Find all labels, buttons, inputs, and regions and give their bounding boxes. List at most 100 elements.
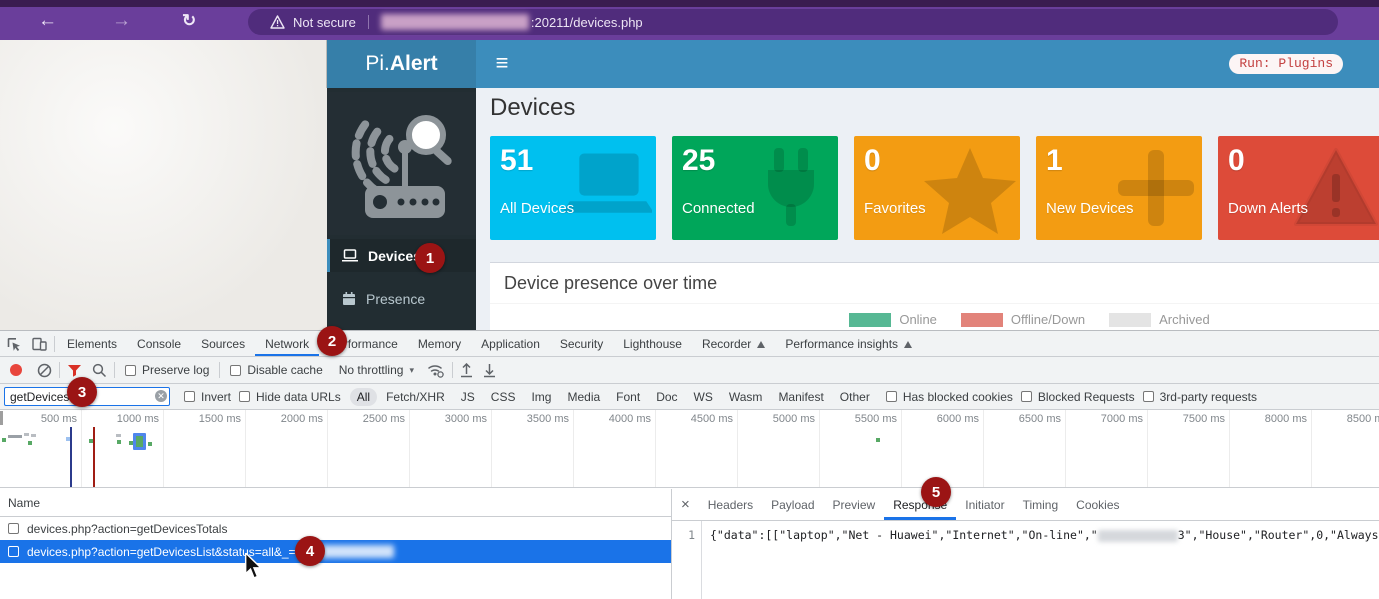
devtools-tab[interactable]: Memory [408, 331, 471, 356]
device-toolbar-icon[interactable] [26, 331, 52, 356]
search-icon[interactable] [92, 363, 107, 378]
detail-tab[interactable]: Payload [762, 489, 823, 520]
legend-item[interactable]: Archived [1109, 312, 1210, 327]
clear-filter-icon[interactable]: ✕ [155, 390, 167, 402]
detail-tab[interactable]: Headers [699, 489, 762, 520]
devtools-tab[interactable]: Sources [191, 331, 255, 356]
network-bottom-split: Name devices.php?action=getDevicesTotals… [0, 489, 1379, 599]
request-row[interactable]: devices.php?action=getDevicesTotals [0, 517, 671, 540]
step-badge-3: 3 [67, 377, 97, 407]
type-chip[interactable]: Manifest [771, 388, 830, 406]
type-chip[interactable]: All [350, 388, 377, 406]
clear-icon[interactable] [37, 363, 52, 378]
type-chip[interactable]: Fetch/XHR [379, 388, 452, 406]
card-favorites[interactable]: 0 Favorites [854, 136, 1020, 240]
detail-tab[interactable]: Timing [1014, 489, 1068, 520]
devtools-tab[interactable]: Performance insights [775, 331, 922, 356]
legend-swatch [1109, 313, 1151, 327]
devtools-tab[interactable]: Security [550, 331, 613, 356]
inspect-element-icon[interactable] [0, 331, 26, 356]
type-chip[interactable]: Img [524, 388, 558, 406]
response-body: 1 {"data":[["laptop","Net - Huawei","Int… [672, 521, 1379, 599]
devtools-tabbar: ElementsConsoleSourcesNetwork Performance… [0, 331, 1379, 357]
hide-data-urls-checkbox[interactable]: Hide data URLs [239, 390, 341, 404]
third-party-requests-checkbox[interactable]: 3rd-party requests [1143, 390, 1257, 404]
has-blocked-cookies-checkbox[interactable]: Has blocked cookies [886, 390, 1013, 404]
preserve-log-checkbox[interactable]: Preserve log [125, 363, 209, 377]
disable-cache-checkbox[interactable]: Disable cache [230, 363, 322, 377]
timeline-tick-label: 4000 ms [609, 413, 651, 425]
resource-type-chips: AllFetch/XHRJSCSSImgMediaFontDocWSWasmMa… [349, 388, 878, 406]
legend-item[interactable]: Offline/Down [961, 312, 1085, 327]
network-overview-timeline[interactable]: 500 ms1000 ms1500 ms2000 ms2500 ms3000 m… [0, 410, 1379, 488]
request-checkbox[interactable] [8, 523, 19, 534]
timeline-tick-label: 2000 ms [281, 413, 323, 425]
detail-tab[interactable]: Initiator [956, 489, 1013, 520]
card-all-devices[interactable]: 51 All Devices [490, 136, 656, 240]
type-chip[interactable]: Wasm [722, 388, 770, 406]
type-chip[interactable]: CSS [484, 388, 523, 406]
request-list-header[interactable]: Name [0, 489, 671, 517]
devtools-tab[interactable]: Application [471, 331, 550, 356]
export-har-icon[interactable] [483, 363, 496, 378]
calendar-icon [342, 292, 356, 306]
devtools-tab[interactable]: Lighthouse [613, 331, 692, 356]
sidebar-item-devices[interactable]: Devices [327, 239, 476, 272]
sidebar-item-presence[interactable]: Presence [327, 282, 476, 315]
run-plugins-button[interactable]: Run: Plugins [1229, 54, 1343, 74]
request-row-selected[interactable]: devices.php?action=getDevicesList&status… [0, 540, 671, 563]
request-checkbox[interactable] [8, 546, 19, 557]
response-json-line[interactable]: {"data":[["laptop","Net - Huawei","Inter… [702, 521, 1379, 599]
menu-toggle-icon[interactable]: ≡ [487, 50, 517, 76]
security-label: Not secure [293, 15, 356, 30]
network-conditions-icon[interactable] [427, 363, 445, 378]
app-header: Pi.Alert ≡ Run: Plugins Sym (28, [327, 40, 1379, 88]
divider [452, 362, 453, 378]
address-bar[interactable]: Not secure :20211/devices.php [248, 9, 1338, 35]
step-badge-4: 4 [295, 536, 325, 566]
divider [114, 362, 115, 378]
blocked-requests-checkbox[interactable]: Blocked Requests [1021, 390, 1135, 404]
devtools: ElementsConsoleSourcesNetwork Performance… [0, 330, 1379, 599]
devtools-tab[interactable]: Network [255, 331, 319, 356]
import-har-icon[interactable] [460, 363, 473, 378]
app-logo[interactable]: Pi.Alert [327, 40, 476, 88]
devtools-tab[interactable]: Elements [57, 331, 127, 356]
redacted-response-value [1098, 530, 1178, 542]
reload-icon[interactable]: ↻ [182, 10, 196, 32]
card-down-alerts[interactable]: 0 Down Alerts [1218, 136, 1379, 240]
type-chip[interactable]: JS [454, 388, 482, 406]
timeline-tick-label: 6500 ms [1019, 413, 1061, 425]
detail-tab[interactable]: Cookies [1067, 489, 1128, 520]
screenshot-root: ← → ↻ Not secure :20211/devices.php Pi.A… [0, 0, 1379, 599]
network-filter-bar: ✕ Invert Hide data URLs AllFetch/XHRJSCS… [0, 384, 1379, 410]
card-new-devices[interactable]: 1 New Devices [1036, 136, 1202, 240]
page-title: Devices [490, 94, 575, 122]
record-icon[interactable] [10, 364, 22, 376]
close-icon[interactable]: × [681, 496, 690, 513]
filter-icon[interactable] [67, 364, 82, 377]
type-chip[interactable]: Other [833, 388, 877, 406]
invert-checkbox[interactable]: Invert [184, 390, 231, 404]
type-chip[interactable]: WS [687, 388, 720, 406]
type-chip[interactable]: Font [609, 388, 647, 406]
timeline-tick-label: 3500 ms [527, 413, 569, 425]
browser-toolbar: ← → ↻ Not secure :20211/devices.php [0, 0, 1379, 40]
timeline-tick-label: 6000 ms [937, 413, 979, 425]
network-toolbar: Preserve log Disable cache No throttling… [0, 357, 1379, 384]
request-detail-pane: × HeadersPayloadPreviewResponseInitiator… [672, 489, 1379, 599]
type-chip[interactable]: Doc [649, 388, 684, 406]
devtools-tab[interactable]: Console [127, 331, 191, 356]
legend-item[interactable]: Online [849, 312, 937, 327]
card-connected[interactable]: 25 Connected [672, 136, 838, 240]
step-badge-1: 1 [415, 243, 445, 273]
timeline-tick-label: 8000 ms [1265, 413, 1307, 425]
type-chip[interactable]: Media [560, 388, 607, 406]
url-text: :20211/devices.php [531, 15, 643, 30]
detail-tab[interactable]: Preview [824, 489, 885, 520]
forward-icon[interactable]: → [112, 10, 131, 32]
devtools-tab[interactable]: Recorder [692, 331, 775, 356]
back-icon[interactable]: ← [38, 10, 57, 32]
throttling-select[interactable]: No throttling ▾ [339, 363, 414, 377]
legend-swatch [961, 313, 1003, 327]
